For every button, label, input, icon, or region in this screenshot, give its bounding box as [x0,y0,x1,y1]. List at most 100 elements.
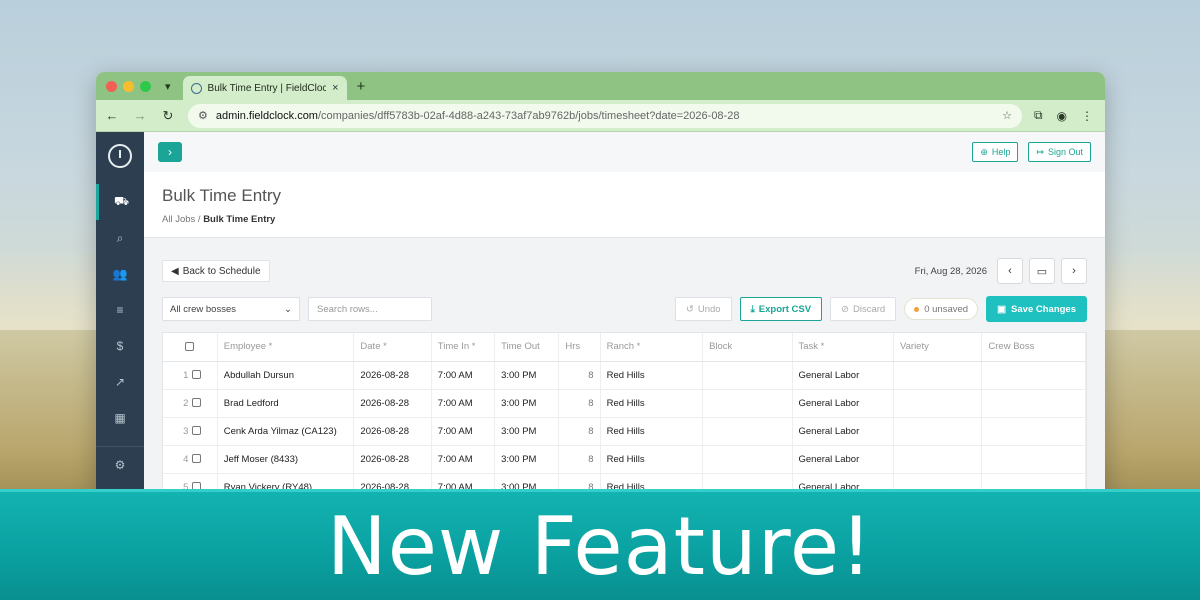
sidebar-dollar-icon[interactable]: $ [96,328,144,364]
help-button[interactable]: ⊕ Help [972,142,1019,162]
cell-variety[interactable] [893,417,983,446]
cell-block[interactable] [702,361,793,390]
next-day-button[interactable]: › [1061,258,1087,284]
sign-out-button[interactable]: ↦ Sign Out [1028,142,1091,162]
extensions-icon[interactable]: ⧉ [1034,108,1043,123]
cell-out[interactable]: 3:00 PM [494,389,560,418]
cell-in[interactable]: 7:00 AM [431,389,496,418]
cell-task[interactable]: General Labor [792,417,894,446]
minimize-window-button[interactable] [123,80,134,92]
sidebar-calendar-icon[interactable]: ▦ [96,400,144,436]
column-header[interactable]: Time In * [431,333,496,362]
row-checkbox[interactable] [192,398,202,408]
cell-block[interactable] [702,389,793,418]
cell-hrs[interactable]: 8 [558,389,601,418]
table-row[interactable]: 4 Jeff Moser (8433) 2026-08-28 7:00 AM 3:00 … [163,445,1086,474]
cell-out[interactable]: 3:00 PM [494,445,560,474]
discard-button[interactable]: ⊘ Discard [830,297,897,321]
tab-close-icon[interactable]: × [332,82,338,94]
expand-sidebar-button[interactable]: › [158,142,182,162]
export-csv-button[interactable]: ⤓ Export CSV [739,297,823,321]
address-bar[interactable]: ⚙ admin.fieldclock.com/companies/dff5783… [188,103,1022,128]
column-header[interactable]: Crew Boss [981,333,1086,362]
cell-block[interactable] [702,417,793,446]
cell-block[interactable] [702,445,793,474]
select-all-cell [163,333,218,362]
cell-boss[interactable] [981,389,1086,418]
cell-task[interactable]: General Labor [792,389,894,418]
cell-boss[interactable] [981,361,1086,390]
cell-boss[interactable] [981,445,1086,474]
cell-out[interactable]: 3:00 PM [494,361,560,390]
back-to-schedule-button[interactable]: ◀ Back to Schedule [162,260,270,282]
sidebar-settings-icon[interactable]: ⚙ [96,447,144,483]
cell-in[interactable]: 7:00 AM [431,445,496,474]
site-settings-icon[interactable]: ⚙ [198,109,208,122]
column-header[interactable]: Employee * [217,333,355,362]
cell-in[interactable]: 7:00 AM [431,361,496,390]
cell-out[interactable]: 3:00 PM [494,417,560,446]
table-row[interactable]: 1 Abdullah Dursun 2026-08-28 7:00 AM 3:00 PM… [163,361,1086,390]
column-header[interactable]: Hrs [558,333,601,362]
column-header[interactable]: Task * [792,333,894,362]
table-row[interactable]: 2 Brad Ledford 2026-08-28 7:00 AM 3:00 PM 8 Re… [163,389,1086,418]
cell-hrs[interactable]: 8 [558,361,601,390]
bookmark-star-icon[interactable]: ☆ [1002,109,1012,122]
row-checkbox[interactable] [192,426,202,436]
browser-window: ▾ Bulk Time Entry | FieldClock × + ← → ↻… [96,72,1105,512]
cell-variety[interactable] [893,389,983,418]
maximize-window-button[interactable] [140,80,151,92]
new-tab-button[interactable]: + [357,78,366,95]
cell-variety[interactable] [893,361,983,390]
cell-hrs[interactable]: 8 [558,445,601,474]
prev-day-button[interactable]: ‹ [997,258,1023,284]
sidebar-equipment-icon[interactable]: ≡ [96,292,144,328]
row-checkbox[interactable] [192,370,202,380]
calendar-picker-button[interactable]: ▭ [1029,258,1055,284]
save-changes-button[interactable]: ▣ Save Changes [986,296,1087,322]
sidebar-tractor-icon[interactable]: ⛟ [96,184,144,220]
fieldclock-logo-icon[interactable] [108,144,132,168]
cell-employee[interactable]: Brad Ledford [217,389,355,418]
browser-menu-icon[interactable]: ⋮ [1081,109,1093,123]
forward-arrow-icon[interactable]: → [132,108,148,123]
column-header[interactable]: Block [702,333,793,362]
cell-employee[interactable]: Jeff Moser (8433) [217,445,355,474]
column-header[interactable]: Time Out [494,333,560,362]
cell-date[interactable]: 2026-08-28 [353,417,432,446]
row-checkbox[interactable] [192,454,202,464]
sidebar-users-icon[interactable]: 👥 [96,256,144,292]
cell-date[interactable]: 2026-08-28 [353,361,432,390]
column-header[interactable]: Date * [353,333,432,362]
cell-employee[interactable]: Cenk Arda Yilmaz (CA123) [217,417,355,446]
select-all-checkbox[interactable] [185,342,195,352]
tab-list-chevron-icon[interactable]: ▾ [165,80,171,93]
cell-task[interactable]: General Labor [792,445,894,474]
column-header[interactable]: Ranch * [600,333,704,362]
undo-button[interactable]: ↺ Undo [674,297,732,321]
cell-variety[interactable] [893,445,983,474]
search-rows-input[interactable]: Search rows... [308,297,432,321]
cell-ranch[interactable]: Red Hills [600,445,704,474]
cell-date[interactable]: 2026-08-28 [353,445,432,474]
cell-employee[interactable]: Abdullah Dursun [217,361,355,390]
cell-ranch[interactable]: Red Hills [600,389,704,418]
browser-tab-active[interactable]: Bulk Time Entry | FieldClock × [182,76,347,100]
cell-ranch[interactable]: Red Hills [600,361,704,390]
table-row[interactable]: 3 Cenk Arda Yilmaz (CA123) 2026-08-28 7:00 … [163,417,1086,446]
cell-date[interactable]: 2026-08-28 [353,389,432,418]
cell-hrs[interactable]: 8 [558,417,601,446]
cell-ranch[interactable]: Red Hills [600,417,704,446]
reload-icon[interactable]: ↻ [160,108,176,124]
breadcrumb-all-jobs[interactable]: All Jobs [162,214,195,225]
crew-boss-select[interactable]: All crew bosses ⌄ [162,297,300,321]
profile-icon[interactable]: ◉ [1057,109,1067,123]
column-header[interactable]: Variety [893,333,983,362]
cell-boss[interactable] [981,417,1086,446]
sidebar-chart-icon[interactable]: ↗ [96,364,144,400]
sidebar-search-icon[interactable]: ⌕ [96,220,144,256]
close-window-button[interactable] [106,80,117,92]
cell-task[interactable]: General Labor [792,361,894,390]
cell-in[interactable]: 7:00 AM [431,417,496,446]
back-arrow-icon[interactable]: ← [104,108,120,123]
